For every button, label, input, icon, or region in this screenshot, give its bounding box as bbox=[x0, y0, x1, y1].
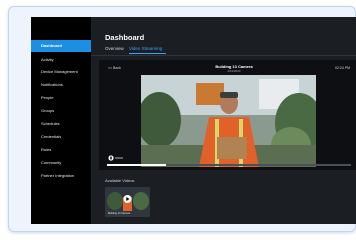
tab-overview[interactable]: Overview bbox=[105, 46, 124, 51]
sidebar-item-people[interactable]: People bbox=[31, 92, 91, 104]
play-pause-button[interactable] bbox=[108, 155, 124, 161]
sidebar-item-dashboard[interactable]: Dashboard bbox=[31, 40, 91, 52]
sidebar-item-community[interactable]: Community bbox=[31, 157, 91, 169]
app-screen: Dashboard Activity Device Management Not… bbox=[31, 17, 356, 224]
sidebar-item-schedules[interactable]: Schedules bbox=[31, 118, 91, 130]
available-videos-heading: Available Videos bbox=[105, 178, 135, 183]
progress-fill bbox=[107, 164, 166, 166]
page-title: Dashboard bbox=[105, 33, 145, 42]
header-divider bbox=[91, 55, 356, 56]
video-time: 02:24 PM bbox=[335, 66, 350, 70]
sidebar-item-device-management[interactable]: Device Management bbox=[31, 66, 91, 78]
camera-date: 4/11/2023 bbox=[227, 69, 241, 73]
video-player: << Back Building 13 Camera 4/11/2023 02:… bbox=[99, 60, 356, 170]
sidebar-item-activity[interactable]: Activity bbox=[31, 54, 91, 66]
sidebar-item-credentials[interactable]: Credentials bbox=[31, 131, 91, 143]
video-thumbnail[interactable]: Building 13 Camera bbox=[105, 187, 150, 217]
main-content: Dashboard Overview Video Streaming << Ba… bbox=[91, 17, 356, 224]
sidebar-item-partner-integration[interactable]: Partner Integration bbox=[31, 170, 91, 182]
tab-video-streaming[interactable]: Video Streaming bbox=[129, 46, 162, 51]
sidebar-item-notifications[interactable]: Notifications bbox=[31, 79, 91, 91]
sidebar: Dashboard Activity Device Management Not… bbox=[31, 17, 91, 224]
video-frame[interactable] bbox=[141, 75, 316, 167]
sidebar-item-roles[interactable]: Roles bbox=[31, 144, 91, 156]
active-tab-indicator bbox=[129, 53, 166, 54]
back-link[interactable]: << Back bbox=[108, 66, 121, 70]
sidebar-item-groups[interactable]: Groups bbox=[31, 105, 91, 117]
thumbnail-label: Building 13 Camera bbox=[108, 212, 130, 215]
